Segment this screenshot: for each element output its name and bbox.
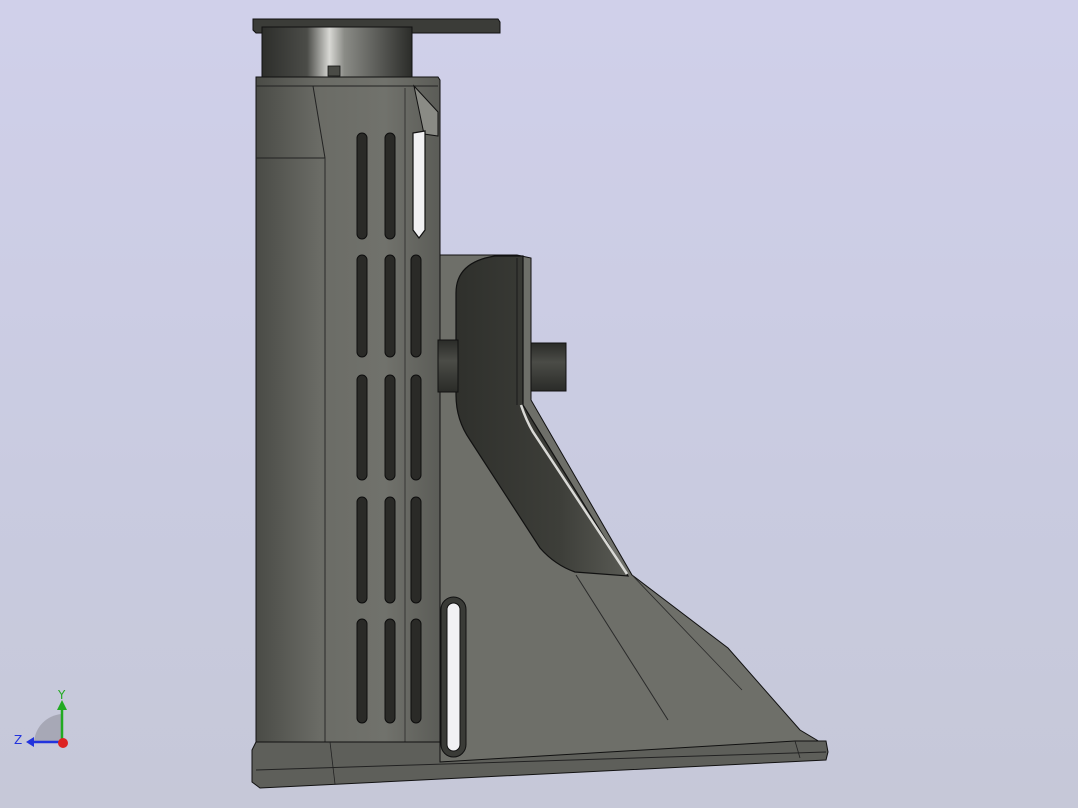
x-axis-dot-icon bbox=[58, 738, 68, 748]
triad-arc bbox=[34, 714, 62, 742]
z-axis-label: Z bbox=[14, 733, 22, 747]
orientation-triad: Y Z bbox=[14, 688, 68, 748]
3d-viewport[interactable]: Y Z bbox=[0, 0, 1078, 808]
stock-model[interactable] bbox=[0, 0, 1078, 808]
top-flange bbox=[252, 18, 501, 78]
butt-stock-body bbox=[437, 254, 827, 763]
y-axis-label: Y bbox=[57, 688, 66, 702]
z-axis-arrow-icon bbox=[26, 737, 34, 747]
